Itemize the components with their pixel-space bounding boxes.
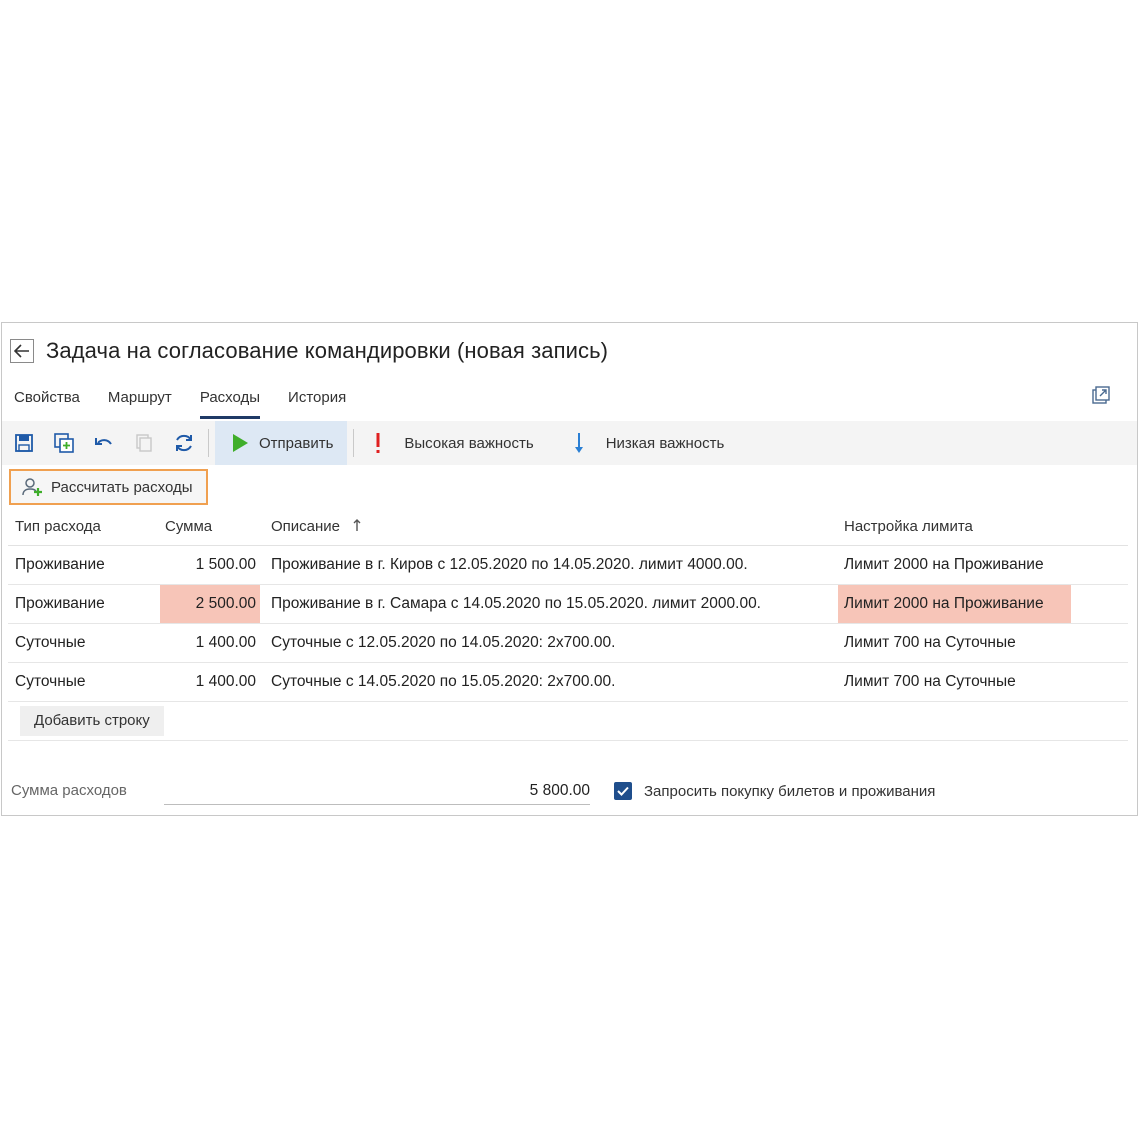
- page-title: Задача на согласование командировки (нов…: [46, 338, 609, 363]
- cell-description: Суточные с 12.05.2020 по 14.05.2020: 2x7…: [271, 634, 616, 651]
- save-and-close-button[interactable]: [46, 425, 82, 461]
- column-header-description[interactable]: Описание: [271, 518, 362, 535]
- sort-ascending-icon: [353, 519, 361, 531]
- total-sum-field[interactable]: 5 800.00: [164, 778, 590, 805]
- tab-route[interactable]: Маршрут: [108, 383, 172, 417]
- toolbar: Отправить Высокая важность Низкая важнос…: [2, 421, 1137, 465]
- popout-icon: [1092, 386, 1110, 404]
- tab-bar: Свойства Маршрут Расходы История: [14, 383, 374, 419]
- send-button[interactable]: Отправить: [215, 421, 348, 465]
- cell-type: Проживание: [15, 556, 105, 573]
- add-row-container: Добавить строку: [8, 702, 1128, 741]
- cell-description: Проживание в г. Киров с 12.05.2020 по 14…: [271, 556, 748, 573]
- arrow-down-icon: [574, 433, 583, 453]
- arrow-left-icon: [14, 344, 29, 358]
- total-sum-label: Сумма расходов: [11, 782, 127, 799]
- column-header-type[interactable]: Тип расхода: [15, 518, 101, 535]
- request-tickets-checkbox-wrap[interactable]: Запросить покупку билетов и проживания: [614, 782, 935, 800]
- toolbar-separator: [208, 429, 209, 457]
- table-row[interactable]: Проживание 2 500.00 Проживание в г. Сама…: [8, 585, 1128, 624]
- copy-icon: [136, 434, 152, 452]
- calculate-expenses-label: Рассчитать расходы: [51, 478, 193, 496]
- cell-limit: Лимит 700 на Суточные: [844, 634, 1016, 651]
- tab-expenses[interactable]: Расходы: [199, 383, 261, 419]
- cell-description: Проживание в г. Самара с 14.05.2020 по 1…: [271, 595, 761, 612]
- exclamation-icon: [376, 433, 380, 453]
- grid-header: Тип расхода Сумма Описание Настройка лим…: [8, 509, 1128, 546]
- toolbar-separator: [353, 429, 355, 457]
- low-priority-button[interactable]: Низкая важность: [560, 421, 739, 465]
- undo-button[interactable]: [86, 425, 122, 461]
- cell-sum: 1 400.00: [195, 634, 256, 651]
- tab-history[interactable]: История: [288, 383, 346, 417]
- task-window: Задача на согласование командировки (нов…: [1, 322, 1138, 816]
- add-row-button[interactable]: Добавить строку: [20, 706, 164, 736]
- cell-sum: 1 500.00: [195, 556, 256, 573]
- cell-sum-over-limit: 2 500.00: [160, 585, 260, 623]
- cell-type: Суточные: [15, 673, 86, 690]
- request-tickets-label: Запросить покупку билетов и проживания: [644, 782, 936, 800]
- table-row[interactable]: Суточные 1 400.00 Суточные с 14.05.2020 …: [8, 663, 1128, 702]
- checkmark-icon: [617, 786, 629, 796]
- cell-type: Проживание: [15, 595, 105, 612]
- request-tickets-checkbox[interactable]: [614, 782, 632, 800]
- cell-limit-exceeded: Лимит 2000 на Проживание: [838, 585, 1071, 623]
- save-icon: [15, 434, 33, 452]
- save-button[interactable]: [6, 425, 42, 461]
- footer: Сумма расходов 5 800.00 Запросить покупк…: [11, 778, 1121, 808]
- back-button[interactable]: [10, 339, 34, 363]
- copy-button[interactable]: [126, 425, 162, 461]
- undo-icon: [95, 438, 112, 445]
- tab-properties[interactable]: Свойства: [14, 383, 80, 417]
- send-label: Отправить: [259, 434, 334, 452]
- refresh-icon: [176, 434, 192, 452]
- save-copy-icon: [54, 433, 74, 453]
- low-priority-label: Низкая важность: [605, 434, 725, 452]
- refresh-button[interactable]: [166, 425, 202, 461]
- high-priority-button[interactable]: Высокая важность: [360, 421, 547, 465]
- column-header-limit[interactable]: Настройка лимита: [844, 518, 973, 535]
- expenses-grid: Тип расхода Сумма Описание Настройка лим…: [8, 509, 1128, 741]
- play-icon: [233, 434, 248, 452]
- table-row[interactable]: Суточные 1 400.00 Суточные с 12.05.2020 …: [8, 624, 1128, 663]
- cell-limit: Лимит 700 на Суточные: [844, 673, 1016, 690]
- high-priority-label: Высокая важность: [404, 434, 534, 452]
- column-header-description-label: Описание: [271, 518, 341, 535]
- calculate-expenses-button[interactable]: Рассчитать расходы: [9, 469, 208, 505]
- cell-type: Суточные: [15, 634, 86, 651]
- table-row[interactable]: Проживание 1 500.00 Проживание в г. Киро…: [8, 546, 1128, 585]
- open-new-window-button[interactable]: [1091, 385, 1113, 407]
- cell-limit: Лимит 2000 на Проживание: [844, 556, 1044, 573]
- title-bar: Задача на согласование командировки (нов…: [10, 333, 608, 369]
- cell-sum: 1 400.00: [195, 673, 256, 690]
- cell-description: Суточные с 14.05.2020 по 15.05.2020: 2x7…: [271, 673, 616, 690]
- calculate-user-icon: [22, 478, 42, 496]
- column-header-sum[interactable]: Сумма: [165, 518, 212, 535]
